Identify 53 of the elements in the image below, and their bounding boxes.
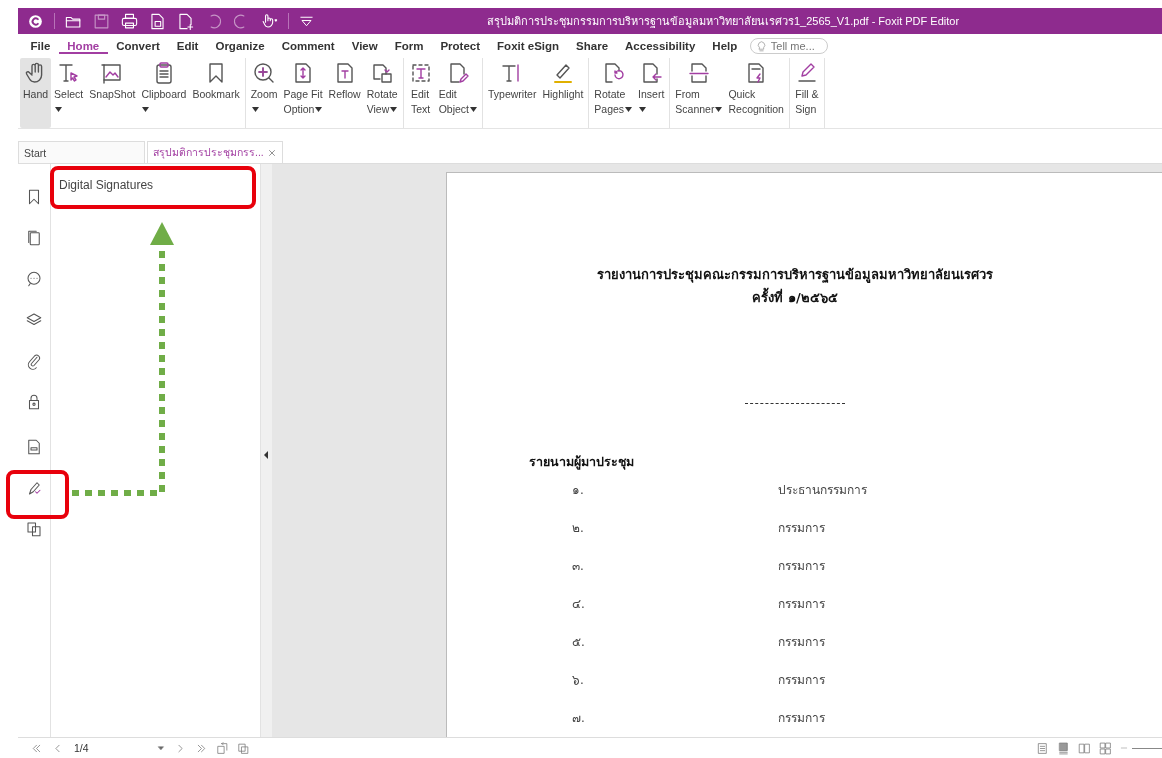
attendee-role: กรรมการ [778, 519, 825, 537]
ribbon-button[interactable]: Rotate Pages [591, 58, 636, 128]
menu-tab[interactable]: Organize [206, 38, 274, 54]
menu-tab[interactable]: Form [386, 38, 432, 54]
list-number: ๔. [572, 596, 585, 611]
ribbon-button[interactable]: Insert [635, 58, 668, 128]
ribbon-button[interactable]: Rotate View [363, 58, 401, 128]
menu-tab[interactable]: Help [703, 38, 746, 54]
panel-title: Digital Signatures [59, 178, 154, 192]
menu-tab[interactable]: Accessibility [616, 38, 704, 54]
menu-tab[interactable]: Foxit eSign [488, 38, 568, 54]
menu-tab[interactable]: Home [58, 38, 108, 54]
list-number: ๖. [572, 672, 584, 687]
search-field[interactable]: Tell me... [749, 38, 828, 54]
document-tab[interactable]: Start [18, 141, 145, 163]
ribbon-button[interactable]: Reflow [325, 58, 364, 128]
menu-tab[interactable]: Protect [431, 38, 489, 54]
menu-tab[interactable]: Comment [273, 38, 344, 54]
ribbon-button[interactable]: SnapShot [86, 58, 139, 128]
page-number-field[interactable]: 1/4 [72, 742, 148, 754]
document-tab[interactable]: สรุปมติการประชุมกรร... [147, 141, 283, 163]
list-number: ๕. [572, 634, 585, 649]
ribbon-button[interactable]: Fill & Sign [791, 58, 822, 128]
ribbon-button[interactable]: Bookmark [189, 58, 243, 128]
ribbon-button[interactable]: From Scanner [672, 58, 726, 128]
ribbon-button[interactable]: Hand [20, 58, 52, 128]
ribbon-button[interactable]: Clipboard [138, 58, 190, 128]
menu-tab[interactable]: Edit [168, 38, 207, 54]
window-title: สรุปมติการประชุมกรรมการบริหารฐานข้อมูลมหาวิทยาลัยนเรศวร1_2565_V1.pdf - Foxit PDF Editor [485, 14, 961, 30]
ribbon-button[interactable]: Page Fit Option [280, 58, 326, 128]
list-number: ๒. [572, 520, 584, 535]
ribbon-button[interactable]: Quick Recognition [725, 58, 787, 128]
ribbon-button[interactable]: Edit Object [435, 58, 480, 128]
ribbon-button[interactable]: Typewriter [485, 58, 540, 128]
list-number: ๑. [572, 482, 584, 497]
menu-tab[interactable]: Convert [107, 38, 169, 54]
document-title: รายงานการประชุมคณะกรรมการบริหารฐานข้อมูลมหาวิทยาลัยนเรศวร [597, 267, 993, 282]
section-heading: รายนามผู้มาประชุม [529, 454, 634, 469]
list-number: ๓. [572, 558, 584, 573]
list-number: ๗. [572, 710, 585, 725]
menu-tab[interactable]: Share [567, 38, 617, 54]
ribbon-button[interactable]: Highlight [539, 58, 587, 128]
attendee-role: กรรมการ [778, 671, 825, 689]
ribbon-button[interactable]: Zoom [247, 58, 281, 128]
attendee-role: กรรมการ [778, 633, 825, 651]
ribbon-button[interactable]: Select [51, 58, 87, 128]
attendee-role: กรรมการ [778, 557, 825, 575]
attendee-role: กรรมการ [778, 709, 825, 727]
ribbon-button[interactable]: Edit Text [405, 58, 436, 128]
attendee-role: กรรมการ [778, 595, 825, 613]
menu-tab[interactable]: File [22, 38, 59, 54]
menu-tab[interactable]: View [343, 38, 387, 54]
attendee-role: ประธานกรรมการ [778, 481, 867, 499]
